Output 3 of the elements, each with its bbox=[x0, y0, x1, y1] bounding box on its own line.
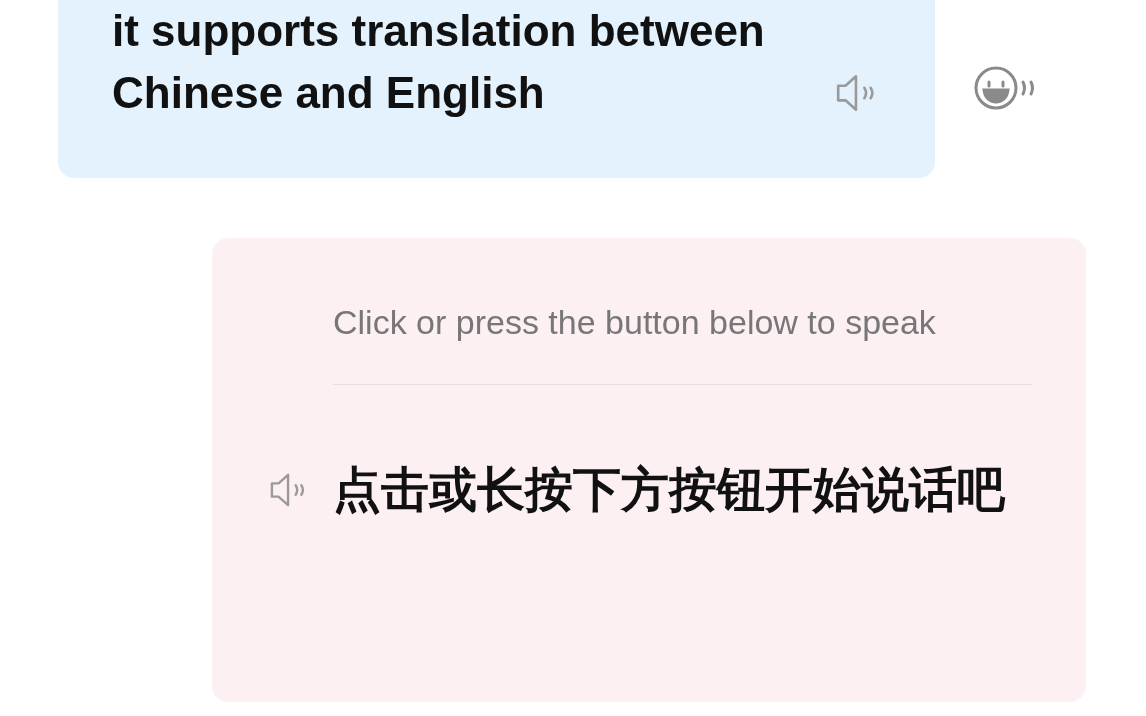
translation-text: it supports translation between Chinese and English bbox=[112, 5, 766, 119]
prompt-source-text: Click or press the button below to speak bbox=[333, 302, 937, 343]
prompt-translation-text: 点击或长按下方按钮开始说话吧 bbox=[333, 460, 1006, 519]
